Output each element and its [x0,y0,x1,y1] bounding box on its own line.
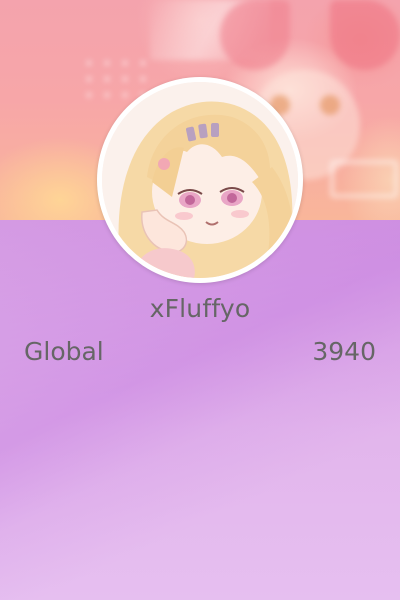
banner-decoration [330,0,400,70]
username: xFluffyo [149,294,251,323]
profile-card: xFluffyo Global 3940 [0,0,400,600]
banner-decoration [320,95,340,115]
avatar-frame[interactable] [97,77,303,283]
avatar-image [102,82,298,278]
avatar[interactable] [102,82,298,278]
stat-value-global: 3940 [312,337,376,366]
stat-label-global: Global [24,337,104,366]
banner-decoration [330,160,398,198]
banner-decoration [220,0,290,70]
